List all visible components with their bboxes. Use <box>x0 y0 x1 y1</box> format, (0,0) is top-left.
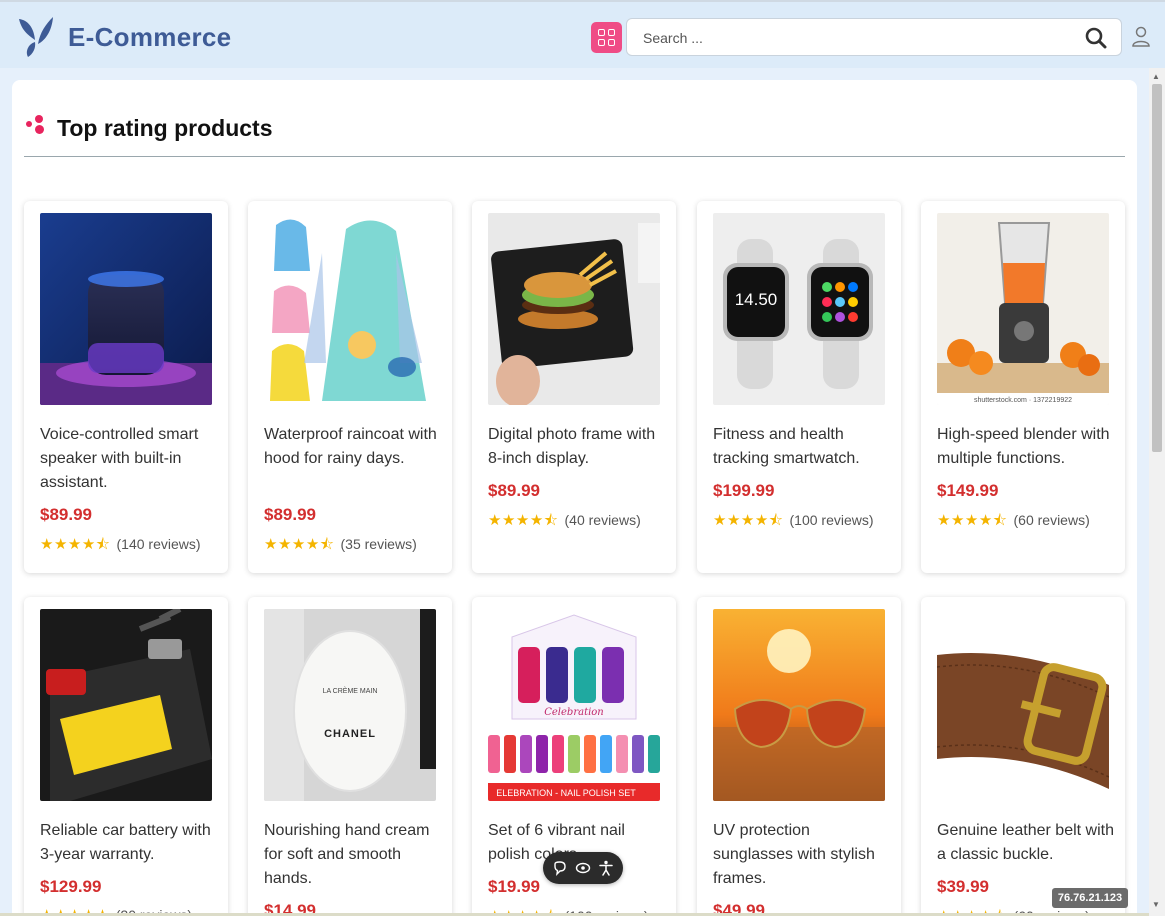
section-dots-icon <box>25 113 47 135</box>
product-card[interactable]: 14.50 Fitness and health tracking smartw… <box>697 201 901 573</box>
floating-accessibility-toolbar <box>543 852 623 884</box>
top-bar: E-Commerce <box>0 0 1165 68</box>
accessibility-icon[interactable] <box>598 860 614 876</box>
search-box <box>626 18 1122 56</box>
product-image-leather-belt[interactable] <box>937 609 1109 801</box>
product-price: $39.99 <box>937 877 989 896</box>
rating-stars: ★★★★⯪ <box>264 536 335 553</box>
product-price: $89.99 <box>488 481 540 500</box>
rating-stars: ★★★★⯪ <box>488 512 559 529</box>
watch-time-text: 14.50 <box>735 290 778 309</box>
product-rating: ★★★★⯪ (35 reviews) <box>264 534 417 559</box>
product-name[interactable]: Digital photo frame with 8-inch display. <box>488 423 666 471</box>
product-card[interactable]: shutterstock.com · 1372219922 High-speed… <box>921 201 1125 573</box>
section-title: Top rating products <box>57 115 273 141</box>
brand-name[interactable]: E-Commerce <box>68 22 231 53</box>
rating-stars: ★★★★⯪ <box>40 536 111 553</box>
product-rating: ★★★★⯪ (140 reviews) <box>40 534 201 559</box>
product-card[interactable]: Digital photo frame with 8-inch display.… <box>472 201 676 573</box>
product-card[interactable]: Waterproof raincoat with hood for rainy … <box>248 201 452 573</box>
product-card[interactable]: Voice-controlled smart speaker with buil… <box>24 201 228 573</box>
polish-banner-text: ELEBRATION - NAIL POLISH SET <box>496 788 636 798</box>
user-account-icon[interactable] <box>1131 26 1151 48</box>
grid-icon <box>598 29 605 36</box>
search-icon[interactable] <box>1085 27 1107 49</box>
review-count: (140 reviews) <box>116 536 201 552</box>
product-name[interactable]: Nourishing hand cream for soft and smoot… <box>264 819 442 891</box>
eye-icon[interactable] <box>575 860 591 876</box>
product-image-car-battery[interactable] <box>40 609 212 801</box>
product-name[interactable]: Voice-controlled smart speaker with buil… <box>40 423 218 495</box>
product-price: $149.99 <box>937 481 999 500</box>
product-image-hand-cream[interactable]: LA CRÈME MAIN CHANEL <box>264 609 436 801</box>
product-price: $129.99 <box>40 877 102 896</box>
product-card[interactable]: UV protection sunglasses with stylish fr… <box>697 597 901 916</box>
polish-box-text: Celebration <box>544 707 604 718</box>
product-image-photo-frame[interactable] <box>488 213 660 405</box>
vertical-scrollbar[interactable]: ▲ ▼ <box>1149 68 1165 916</box>
product-price: $19.99 <box>488 877 540 896</box>
review-count: (40 reviews) <box>564 512 641 528</box>
product-name[interactable]: Genuine leather belt with a classic buck… <box>937 819 1115 867</box>
review-count: (100 reviews) <box>789 512 874 528</box>
product-card[interactable]: Genuine leather belt with a classic buck… <box>921 597 1125 916</box>
product-image-sunglasses[interactable] <box>713 609 885 801</box>
product-name[interactable]: Fitness and health tracking smartwatch. <box>713 423 891 471</box>
product-name[interactable]: UV protection sunglasses with stylish fr… <box>713 819 891 891</box>
review-count: (60 reviews) <box>1013 512 1090 528</box>
product-image-nail-polish[interactable]: Celebration ELEBRATION - NAIL POLISH SET <box>488 609 660 801</box>
product-name[interactable]: Reliable car battery with 3-year warrant… <box>40 819 218 867</box>
product-image-raincoat[interactable] <box>264 213 436 405</box>
product-image-smartwatch[interactable]: 14.50 <box>713 213 885 405</box>
stock-credit-text: shutterstock.com · 1372219922 <box>974 397 1072 404</box>
section-divider <box>24 156 1125 157</box>
product-card[interactable]: LA CRÈME MAIN CHANEL Nourishing hand cre… <box>248 597 452 916</box>
product-price: $199.99 <box>713 481 775 500</box>
search-input[interactable] <box>643 29 1063 47</box>
rating-stars: ★★★★⯪ <box>937 512 1008 529</box>
review-count: (35 reviews) <box>340 536 417 552</box>
scroll-thumb[interactable] <box>1152 84 1162 452</box>
product-price: $89.99 <box>40 505 92 524</box>
product-rating: ★★★★⯪ (100 reviews) <box>713 510 874 535</box>
product-name[interactable]: Waterproof raincoat with hood for rainy … <box>264 423 442 471</box>
chat-bubble-icon[interactable] <box>552 860 568 876</box>
product-card[interactable]: Reliable car battery with 3-year warrant… <box>24 597 228 916</box>
product-rating: ★★★★⯪ (40 reviews) <box>488 510 641 535</box>
product-image-blender[interactable]: shutterstock.com · 1372219922 <box>937 213 1109 405</box>
scroll-up-icon[interactable]: ▲ <box>1152 72 1160 81</box>
product-rating: ★★★★⯪ (60 reviews) <box>937 510 1090 535</box>
categories-grid-button[interactable] <box>591 22 622 53</box>
rating-stars: ★★★★⯪ <box>713 512 784 529</box>
product-price: $89.99 <box>264 505 316 524</box>
product-name[interactable]: High-speed blender with multiple functio… <box>937 423 1115 471</box>
cream-brand-text: CHANEL <box>324 728 376 740</box>
butterfly-logo-icon[interactable] <box>16 16 56 58</box>
product-image-smart-speaker[interactable] <box>40 213 212 405</box>
cream-label-text: LA CRÈME MAIN <box>323 686 378 695</box>
scroll-down-icon[interactable]: ▼ <box>1152 900 1160 909</box>
ip-address-badge: 76.76.21.123 <box>1052 888 1128 908</box>
